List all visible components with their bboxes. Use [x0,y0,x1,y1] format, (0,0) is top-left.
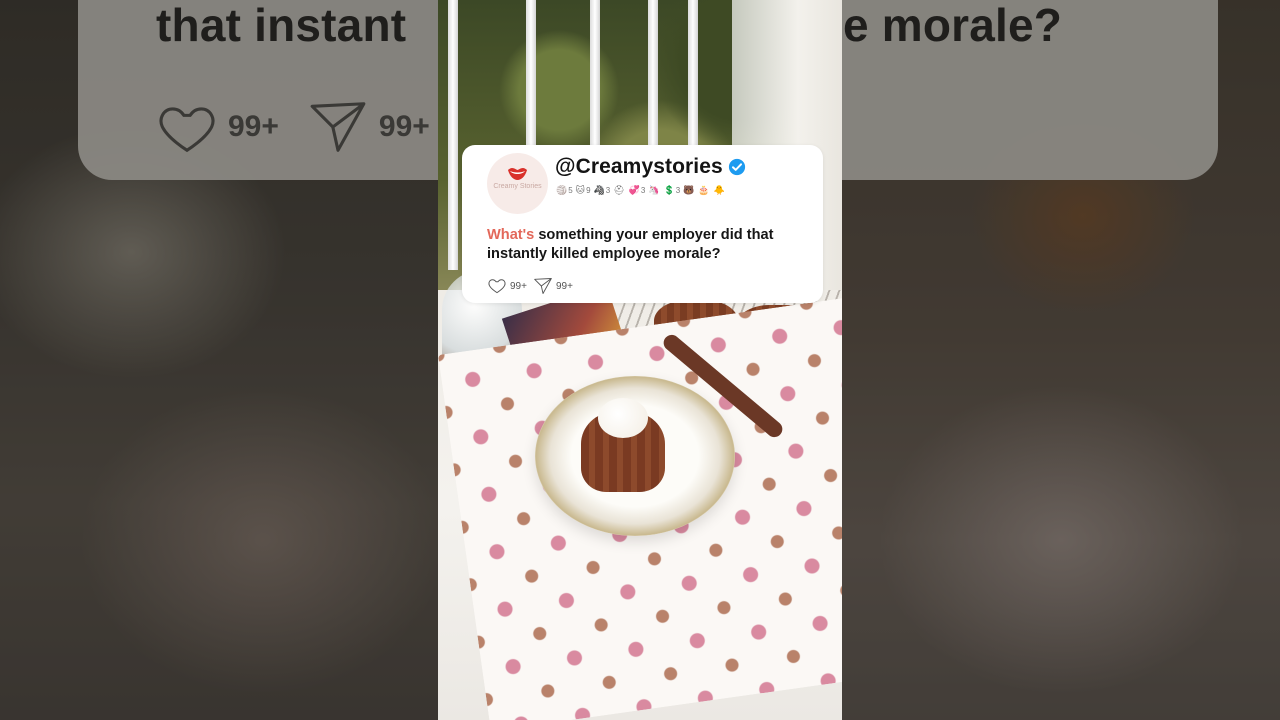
question-card: Creamy Stories @Creamystories 🏐 5 🐱 9 🦓 3 ⛑… [462,145,823,303]
badge-item: 🐱 9 [575,185,591,195]
lips-logo-icon [508,167,527,180]
badge-item: ⛑ [613,185,625,195]
question-text: What's something your employer did that … [487,226,807,263]
author-row: @Creamystories [555,155,746,179]
verified-badge-icon [728,158,745,176]
like-count: 99+ [510,280,527,292]
badge-item: 💲 3 [663,185,681,195]
heart-icon [159,107,215,153]
badge-item: 🦓 3 [593,185,611,195]
video-frame: that instant e morale? 99+ 99+ Creamy St… [0,0,1280,720]
badge-item: 💞 3 [628,185,646,195]
paper-plane-icon [534,278,552,294]
blurred-question-text-left: that instant [156,0,407,51]
blurred-metrics: 99+ 99+ [156,96,430,158]
achievement-badges: 🏐 5 🐱 9 🦓 3 ⛑ 💞 3 🦄 💲 3 🐻 🎂 🐥 [556,185,728,195]
author-handle[interactable]: @Creamystories [555,155,723,179]
avatar[interactable]: Creamy Stories [487,153,548,214]
like-button[interactable]: 99+ [487,276,527,296]
blurred-like-count: 99+ [228,110,279,143]
badge-item: 🏐 5 [556,185,573,195]
badge-item: 🎂 [698,185,710,195]
blurred-share-count: 99+ [378,110,430,143]
avatar-label: Creamy Stories [493,183,542,190]
question-highlight: What's [487,227,535,243]
heart-icon [488,279,506,294]
background-photo [438,0,842,720]
blurred-question-text-right: e morale? [843,0,1063,51]
badge-item: 🐻 [683,185,695,195]
badge-item: 🦄 [648,185,660,195]
paper-plane-icon [310,102,366,152]
engagement-bar: 99+ 99+ [487,276,573,296]
share-count: 99+ [555,280,573,292]
share-button[interactable]: 99+ [533,276,573,296]
badge-item: 🐥 [713,185,725,195]
